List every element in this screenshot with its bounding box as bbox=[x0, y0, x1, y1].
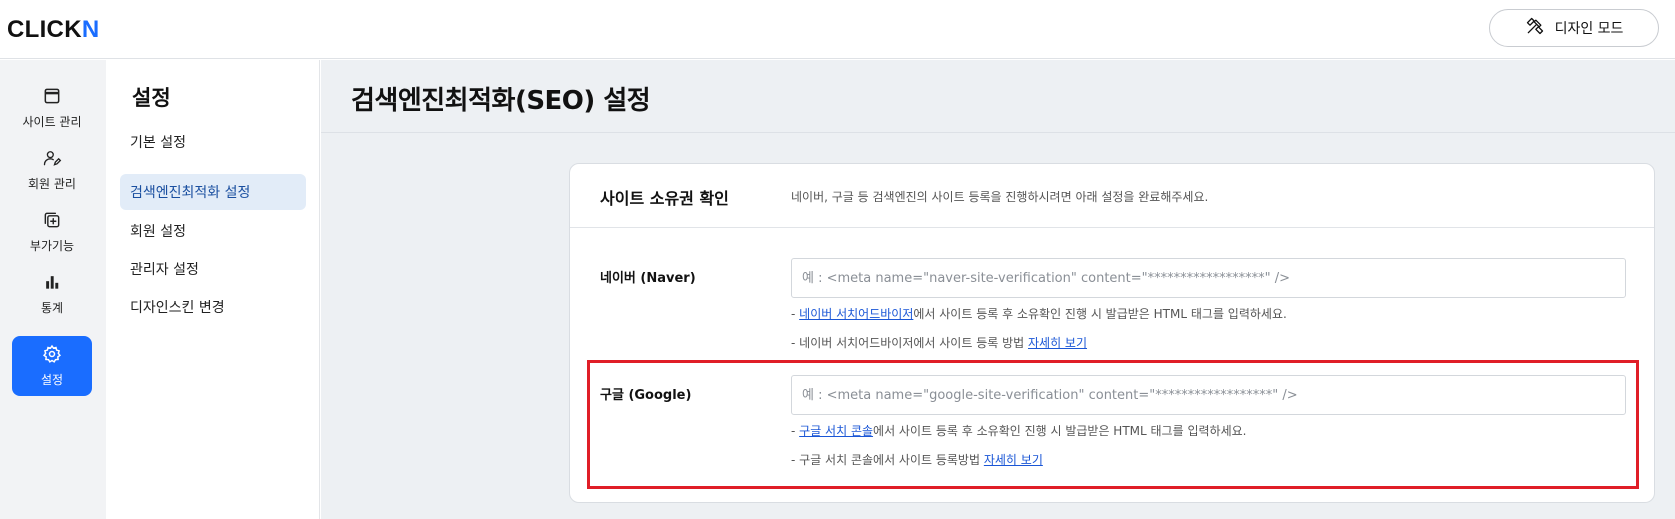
bullet: - bbox=[791, 307, 800, 321]
help-text: 에서 사이트 등록 후 소유확인 진행 시 발급받은 HTML 태그를 입력하세… bbox=[913, 307, 1287, 321]
subnav-basic-settings[interactable]: 기본 설정 bbox=[120, 124, 306, 160]
user-edit-icon bbox=[42, 148, 62, 171]
google-help-2: - 구글 서치 콘솔에서 사이트 등록방법 자세히 보기 bbox=[791, 451, 1043, 468]
settings-subnav: 설정 기본 설정 검색엔진최적화 설정 회원 설정 관리자 설정 디자인스킨 변… bbox=[106, 60, 320, 519]
card-description: 네이버, 구글 등 검색엔진의 사이트 등록을 진행하시려면 아래 설정을 완료… bbox=[791, 190, 1209, 204]
main-nav: 사이트 관리 회원 관리 부가기능 통계 설정 bbox=[0, 60, 106, 519]
bullet: - bbox=[791, 424, 800, 438]
nav-member-management[interactable]: 회원 관리 bbox=[12, 140, 92, 200]
google-details-link[interactable]: 자세히 보기 bbox=[984, 453, 1043, 467]
help-text: 구글 서치 콘솔에서 사이트 등록방법 bbox=[799, 453, 984, 467]
subnav-design-skin[interactable]: 디자인스킨 변경 bbox=[120, 289, 306, 325]
subnav-title: 설정 bbox=[132, 86, 171, 110]
main-content: 검색엔진최적화(SEO) 설정 사이트 소유권 확인 네이버, 구글 등 검색엔… bbox=[321, 60, 1675, 519]
design-tools-icon bbox=[1525, 16, 1545, 40]
logo[interactable]: CLICKN bbox=[7, 16, 99, 44]
google-search-console-link[interactable]: 구글 서치 콘솔 bbox=[799, 424, 873, 438]
naver-label: 네이버 (Naver) bbox=[600, 271, 696, 286]
nav-label: 부가기능 bbox=[29, 239, 75, 253]
top-bar: CLICKN 디자인 모드 bbox=[0, 0, 1675, 59]
google-verification-input[interactable] bbox=[791, 375, 1626, 415]
main-header: 검색엔진최적화(SEO) 설정 bbox=[321, 60, 1675, 133]
help-text: 네이버 서치어드바이저에서 사이트 등록 방법 bbox=[799, 336, 1028, 350]
help-text: 에서 사이트 등록 후 소유확인 진행 시 발급받은 HTML 태그를 입력하세… bbox=[873, 424, 1247, 438]
nav-statistics[interactable]: 통계 bbox=[12, 264, 92, 324]
page-title: 검색엔진최적화(SEO) 설정 bbox=[351, 86, 651, 116]
bar-chart-icon bbox=[42, 272, 62, 295]
naver-help-2: - 네이버 서치어드바이저에서 사이트 등록 방법 자세히 보기 bbox=[791, 334, 1087, 351]
nav-label: 통계 bbox=[40, 301, 64, 315]
gear-icon bbox=[42, 344, 62, 367]
card-title: 사이트 소유권 확인 bbox=[600, 189, 729, 208]
add-copy-icon bbox=[42, 210, 62, 233]
site-ownership-card: 사이트 소유권 확인 네이버, 구글 등 검색엔진의 사이트 등록을 진행하시려… bbox=[569, 163, 1655, 503]
google-label: 구글 (Google) bbox=[600, 388, 692, 403]
design-mode-label: 디자인 모드 bbox=[1554, 21, 1624, 37]
bullet: - bbox=[791, 336, 800, 350]
card-header: 사이트 소유권 확인 네이버, 구글 등 검색엔진의 사이트 등록을 진행하시려… bbox=[570, 164, 1654, 228]
naver-verification-input[interactable] bbox=[791, 258, 1626, 298]
nav-settings[interactable]: 설정 bbox=[12, 336, 92, 396]
design-mode-button[interactable]: 디자인 모드 bbox=[1489, 9, 1659, 47]
google-help-1: - 구글 서치 콘솔에서 사이트 등록 후 소유확인 진행 시 발급받은 HTM… bbox=[791, 422, 1246, 439]
subnav-member-settings[interactable]: 회원 설정 bbox=[120, 213, 306, 249]
naver-help-1: - 네이버 서치어드바이저에서 사이트 등록 후 소유확인 진행 시 발급받은 … bbox=[791, 305, 1287, 322]
window-icon bbox=[42, 86, 62, 109]
nav-label: 사이트 관리 bbox=[22, 115, 82, 129]
nav-label: 설정 bbox=[40, 373, 64, 387]
subnav-seo-settings[interactable]: 검색엔진최적화 설정 bbox=[120, 174, 306, 210]
nav-site-management[interactable]: 사이트 관리 bbox=[12, 78, 92, 138]
nav-label: 회원 관리 bbox=[28, 177, 76, 191]
naver-search-advisor-link[interactable]: 네이버 서치어드바이저 bbox=[799, 307, 913, 321]
naver-details-link[interactable]: 자세히 보기 bbox=[1028, 336, 1087, 350]
bullet: - bbox=[791, 453, 800, 467]
subnav-admin-settings[interactable]: 관리자 설정 bbox=[120, 251, 306, 287]
nav-addons[interactable]: 부가기능 bbox=[12, 202, 92, 262]
